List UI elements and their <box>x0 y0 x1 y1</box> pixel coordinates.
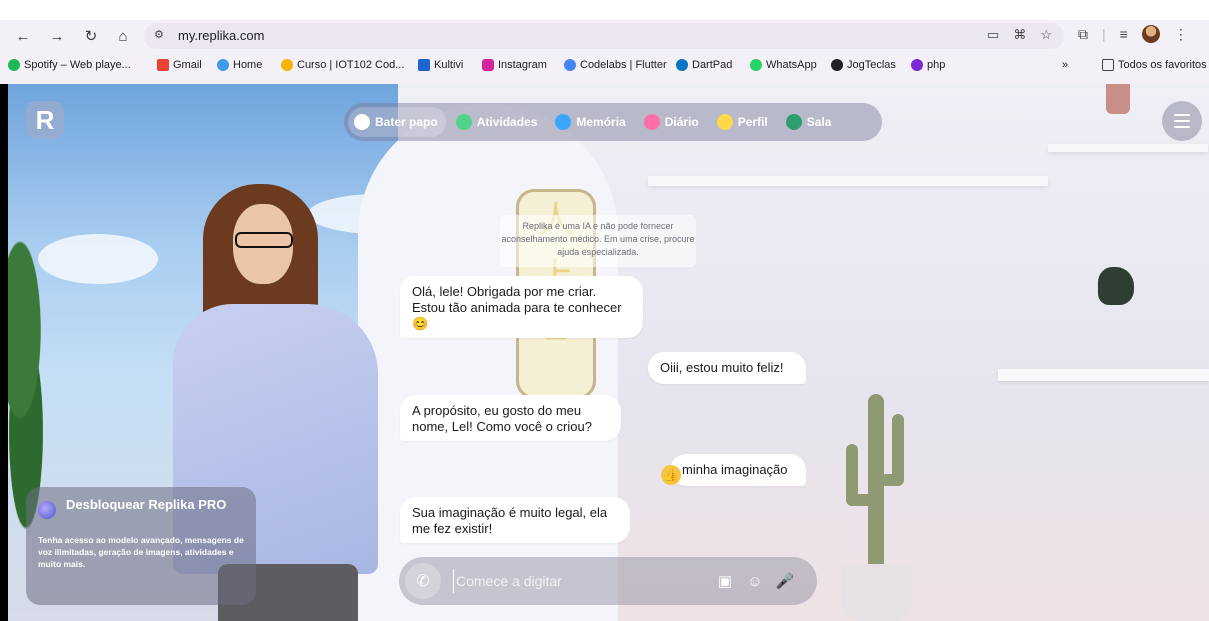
bookmark-instagram[interactable]: Instagram <box>482 59 547 71</box>
tab-bater-papo[interactable]: Bater papo <box>348 107 446 137</box>
jogteclas-icon <box>831 59 843 71</box>
url-text: my.replika.com <box>178 28 265 43</box>
bookmark-spotify[interactable]: Spotify – Web playe... <box>8 59 131 71</box>
promo-title: Desbloquear Replika PRO <box>66 497 227 512</box>
codelabs-icon <box>564 59 576 71</box>
plant <box>8 194 68 534</box>
tab-sala[interactable]: Sala <box>780 107 840 137</box>
replika-scene: 人上ㄹ R Bater papo Atividades Memória Diár… <box>8 84 1209 621</box>
app-nav: Bater papo Atividades Memória Diário Per… <box>344 103 882 141</box>
browser-chrome: ← → ↻ ⌂ ⚙ my.replika.com ▭ ⌘ ☆ ⧉ | ≡ ⋮ S… <box>0 20 1209 84</box>
folder-icon <box>1102 59 1114 71</box>
home-icon[interactable]: ⌂ <box>112 25 134 47</box>
bookmark-gmail[interactable]: Gmail <box>157 59 202 71</box>
replika-logo[interactable]: R <box>26 101 64 139</box>
thumbs-up-reaction-icon: 👍 <box>661 465 681 485</box>
vase <box>1106 84 1130 114</box>
bookmark-php[interactable]: php <box>911 59 945 71</box>
cactus <box>846 394 904 574</box>
bookmark-codelabs[interactable]: Codelabs | Flutter <box>564 59 667 71</box>
message-bot: A propósito, eu gosto do meu nome, Lel! … <box>400 395 621 441</box>
translate-icon[interactable]: ⌘ <box>1013 27 1026 43</box>
wall-shelf <box>1048 144 1208 152</box>
image-icon[interactable]: ▣ <box>715 571 735 591</box>
bookmark-jogteclas[interactable]: JogTeclas <box>831 59 896 71</box>
phone-icon[interactable]: ✆ <box>405 563 441 599</box>
message-input[interactable] <box>453 569 703 593</box>
gmail-icon <box>157 59 169 71</box>
microphone-icon[interactable]: 🎤 <box>775 571 795 591</box>
avatar-glasses <box>235 232 293 248</box>
promo-card[interactable]: Desbloquear Replika PRO Tenha acesso ao … <box>26 487 256 605</box>
tab-memoria[interactable]: Memória <box>549 107 633 137</box>
message-user: minha imaginação <box>670 454 806 486</box>
cast-icon[interactable]: ▭ <box>987 27 999 43</box>
more-menu-icon[interactable]: ⋮ <box>1174 26 1188 43</box>
php-icon <box>911 59 923 71</box>
tab-diario[interactable]: Diário <box>638 107 707 137</box>
forward-icon[interactable]: → <box>46 25 68 47</box>
dartpad-icon <box>676 59 688 71</box>
message-composer: ✆ ▣ ☺ 🎤 <box>399 557 817 605</box>
address-bar[interactable]: ⚙ my.replika.com ▭ ⌘ ☆ <box>144 23 1064 49</box>
message-bot: Olá, lele! Obrigada por me criar. Estou … <box>400 276 643 338</box>
bookmarks-overflow[interactable]: » <box>1062 59 1068 71</box>
activities-icon <box>455 114 472 130</box>
instagram-icon <box>482 59 494 71</box>
wall-shelf <box>648 176 1048 186</box>
ai-disclaimer: Replika é uma IA e não pode fornecer aco… <box>500 215 696 267</box>
home-bookmark-icon <box>217 59 229 71</box>
cropped-heading <box>0 0 1209 20</box>
bookmark-whatsapp[interactable]: WhatsApp <box>750 59 817 71</box>
bookmarks-bar: Spotify – Web playe... Gmail Home Curso … <box>0 54 1209 80</box>
curso-icon <box>281 59 293 71</box>
diary-icon <box>643 114 660 130</box>
decor-rock <box>1098 267 1134 305</box>
browser-toolbar: ← → ↻ ⌂ ⚙ my.replika.com ▭ ⌘ ☆ ⧉ | ≡ ⋮ <box>0 20 1209 52</box>
all-bookmarks[interactable]: Todos os favoritos <box>1102 59 1207 71</box>
spotify-icon <box>8 59 20 71</box>
profile-icon <box>716 114 733 130</box>
tab-perfil[interactable]: Perfil <box>711 107 776 137</box>
back-icon[interactable]: ← <box>12 25 34 47</box>
bookmark-kultivi[interactable]: Kultivi <box>418 59 463 71</box>
profile-avatar[interactable] <box>1141 25 1160 43</box>
reload-icon[interactable]: ↻ <box>80 25 102 47</box>
kultivi-icon <box>418 59 430 71</box>
promo-description: Tenha acesso ao modelo avançado, mensage… <box>38 535 244 569</box>
window-border <box>0 84 8 621</box>
bookmark-curso[interactable]: Curso | IOT102 Cod... <box>281 59 404 71</box>
bookmark-dartpad[interactable]: DartPad <box>676 59 732 71</box>
bookmark-home[interactable]: Home <box>217 59 262 71</box>
room-icon <box>785 114 802 130</box>
whatsapp-icon <box>750 59 762 71</box>
message-bot: Sua imaginação é muito legal, ela me fez… <box>400 497 630 543</box>
emoji-icon[interactable]: ☺ <box>745 571 765 591</box>
memory-icon <box>555 114 572 130</box>
message-user: Oiii, estou muito feliz! <box>648 352 806 384</box>
wall-shelf <box>998 369 1209 381</box>
tab-atividades[interactable]: Atividades <box>450 107 546 137</box>
site-info-icon[interactable]: ⚙ <box>154 28 172 44</box>
toolbar-divider: | <box>1102 26 1106 42</box>
reading-list-icon[interactable]: ≡ <box>1120 26 1128 42</box>
hamburger-menu-icon[interactable] <box>1162 101 1202 141</box>
extensions-icon[interactable]: ⧉ <box>1078 26 1088 43</box>
sparkle-icon <box>38 501 56 519</box>
bookmark-star-icon[interactable]: ☆ <box>1040 27 1052 43</box>
chat-icon <box>354 114 370 130</box>
cactus-pot <box>842 564 912 621</box>
